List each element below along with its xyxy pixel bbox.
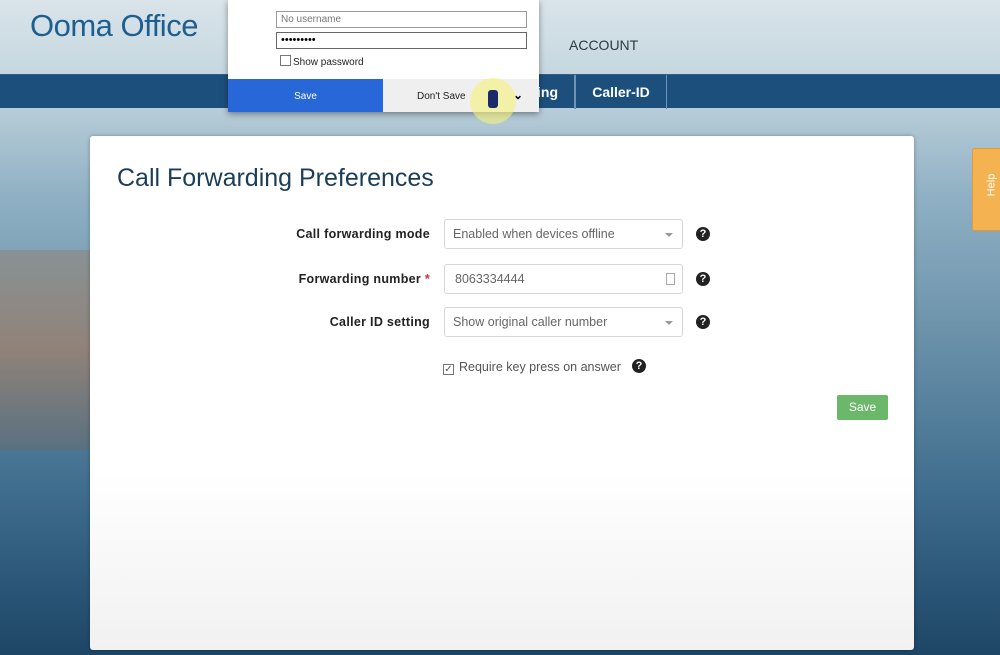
preferences-card: Call Forwarding Preferences Call forward… [90, 136, 914, 650]
hand-cursor-icon [488, 90, 498, 108]
select-value: Show original caller number [453, 315, 608, 329]
call-forwarding-mode-label: Call forwarding mode [296, 227, 430, 241]
help-icon[interactable]: ? [696, 315, 710, 329]
checkbox-label: Require key press on answer [459, 360, 621, 374]
chevron-down-icon [665, 321, 673, 325]
checkbox-checked-icon: ✓ [443, 364, 454, 375]
chevron-down-icon [665, 233, 673, 237]
nav-tab-caller-id[interactable]: Caller-ID [575, 75, 667, 109]
username-input[interactable]: No username [276, 11, 527, 28]
forwarding-number-label: Forwarding number * [298, 272, 430, 286]
select-value: Enabled when devices offline [453, 227, 615, 241]
help-icon[interactable]: ? [632, 359, 646, 373]
popup-save-button[interactable]: Save [228, 79, 383, 112]
input-value: 8063334444 [455, 272, 525, 286]
require-key-press-checkbox[interactable]: ✓ Require key press on answer [443, 360, 621, 375]
contact-card-icon [666, 273, 675, 285]
page-title: Call Forwarding Preferences [117, 164, 434, 192]
background-scene [0, 250, 95, 450]
cursor-highlight [470, 78, 516, 124]
help-tab[interactable]: Help [972, 148, 1000, 231]
help-tab-label: Help [985, 173, 998, 197]
dont-save-label: Don't Save [417, 91, 466, 102]
checkbox-unchecked-icon [280, 55, 291, 66]
save-button[interactable]: Save [837, 395, 888, 420]
show-password-checkbox[interactable]: Show password [280, 55, 364, 68]
help-icon[interactable]: ? [696, 227, 710, 241]
caller-id-setting-label: Caller ID setting [329, 315, 430, 329]
nav-account[interactable]: ACCOUNT [569, 37, 638, 53]
show-password-label: Show password [293, 57, 364, 68]
logo: Ooma Office [30, 8, 198, 43]
caller-id-setting-select[interactable]: Show original caller number [444, 307, 683, 337]
help-icon[interactable]: ? [696, 272, 710, 286]
password-input[interactable]: ••••••••• [276, 32, 527, 49]
call-forwarding-mode-select[interactable]: Enabled when devices offline [444, 219, 683, 249]
forwarding-number-input[interactable]: 8063334444 [444, 264, 683, 294]
